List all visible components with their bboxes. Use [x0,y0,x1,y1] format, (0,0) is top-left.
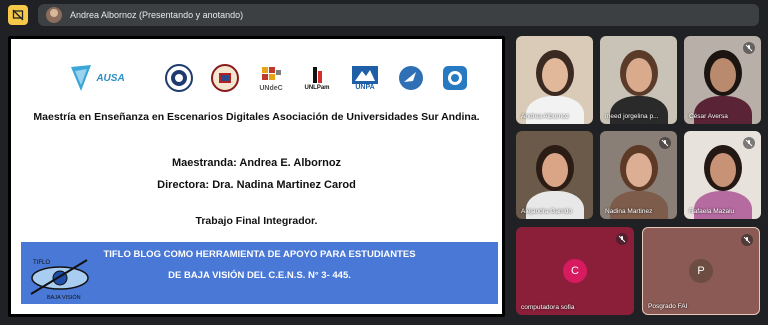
participant-video-face [709,153,736,187]
mic-off-icon [743,42,755,54]
svg-text:BAJA VISIÓN: BAJA VISIÓN [47,294,81,301]
university-seal-1 [161,61,197,95]
pin-button[interactable] [8,5,28,25]
participant-tile[interactable]: meed jorgelina p... [600,36,677,124]
mic-off-icon [659,137,671,149]
shared-slide: AUSA UNdeC UNLPam UNPA Maestría en Enseñ… [8,36,505,317]
university-seal-4 [437,61,473,95]
top-bar: Andrea Albornoz (Presentando y anotando) [0,0,768,30]
participant-video-face [709,58,736,92]
undec-logo: UNdeC [253,61,289,95]
participant-video-face [625,153,652,187]
presenter-label: Andrea Albornoz (Presentando y anotando) [70,10,244,20]
participant-tile[interactable]: César Aversa [684,36,761,124]
participant-tile[interactable]: Rafaela Mazalu [684,131,761,219]
participant-name: Nadina Martinez [605,208,653,215]
participant-tile[interactable]: P Posgrado FAI [642,227,760,315]
mic-off-icon [616,233,628,245]
participant-name: Rafaela Mazalu [689,208,735,215]
participant-tile[interactable]: Andrea Albornoz [516,36,593,124]
mic-off-icon [741,234,753,246]
participant-name: meed jorgelina p... [605,113,659,120]
presenter-avatar [46,7,62,23]
participant-tile[interactable]: Alejandra Garrido [516,131,593,219]
university-seal-3 [393,61,429,95]
university-seal-2 [207,61,243,95]
participant-video-face [625,58,652,92]
svg-text:TIFLO: TIFLO [33,260,50,266]
presenter-bar[interactable]: Andrea Albornoz (Presentando y anotando) [38,4,759,26]
participant-name: computadora sofia [521,304,575,311]
participant-avatar: P [689,259,713,283]
maestranda-line: Maestranda: Andrea E. Albornoz [171,157,342,169]
participant-video-face [541,153,568,187]
participant-avatar: C [563,259,587,283]
participant-name: César Aversa [689,113,728,120]
unpa-logo: UNPA [347,61,383,95]
logo-row: AUSA UNdeC UNLPam UNPA [47,61,467,95]
presentation-off-icon [12,9,24,21]
ausa-logo: AUSA [55,61,139,95]
slide-title: Maestría en Enseñanza en Escenarios Digi… [33,111,480,123]
mic-off-icon [743,137,755,149]
unlpam-logo: UNLPam [299,61,335,95]
participant-name: Alejandra Garrido [521,208,572,215]
trabajo-line: Trabajo Final Integrador. [195,215,318,227]
participant-name: Andrea Albornoz [521,113,570,120]
directora-line: Directora: Dra. Nadina Martinez Carod [157,179,356,191]
tiflo-eye-logo: TIFLO BAJA VISIÓN [30,259,89,301]
participant-tile[interactable]: Nadina Martinez [600,131,677,219]
participant-name: Posgrado FAI [648,303,688,310]
participant-video-face [541,58,568,92]
participant-tile[interactable]: Ccomputadora sofia [516,227,634,315]
